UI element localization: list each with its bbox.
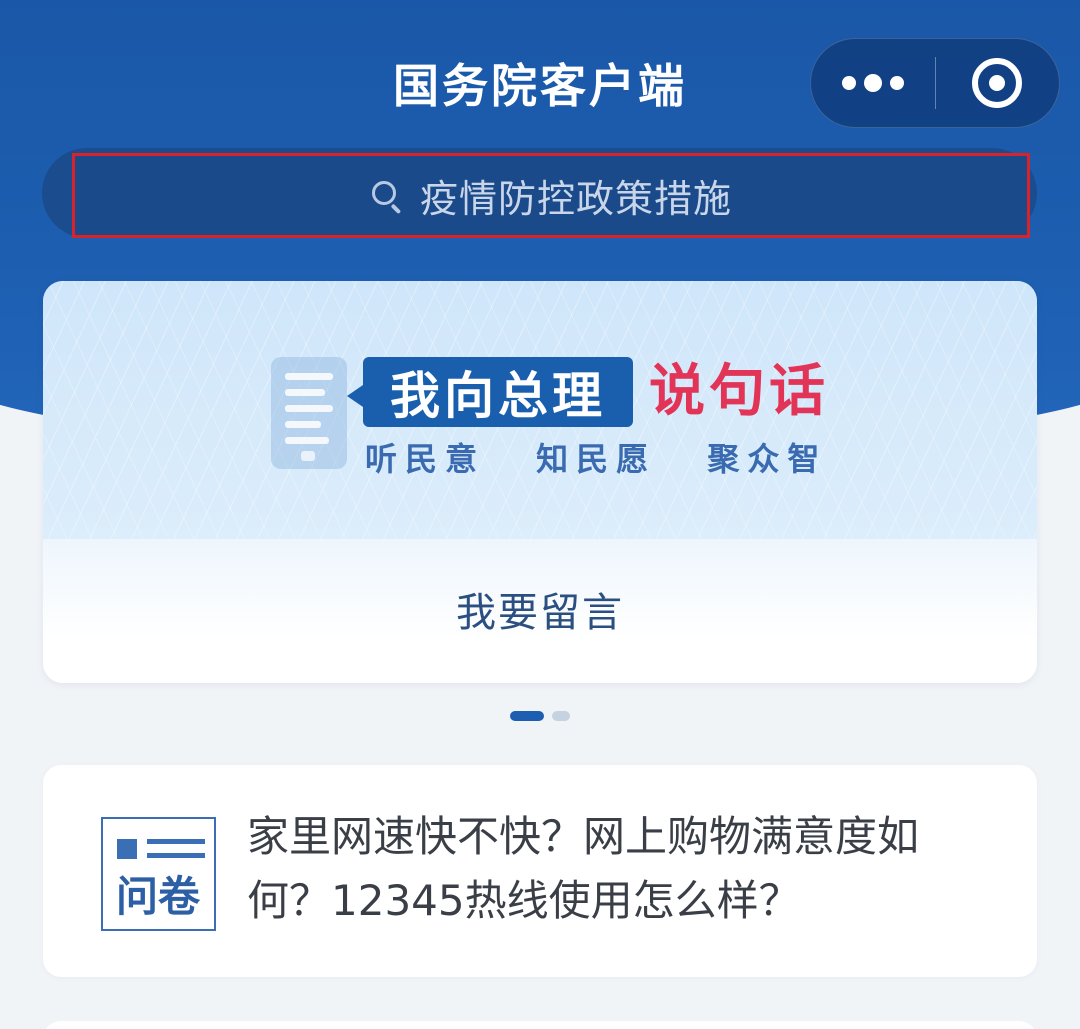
search-icon [370,179,404,214]
leave-message-button[interactable]: 我要留言 [43,581,1037,645]
search-placeholder: 疫情防控政策措施 [419,177,732,221]
next-card[interactable] [43,1021,1037,1029]
mini-program-page: 国务院客户端 疫情防控政策措施 我向总理 说句话 听民意 知民愿 聚众智 我要留… [0,0,1080,1029]
banner-card[interactable]: 我向总理 说句话 听民意 知民愿 聚众智 我要留言 [43,281,1037,683]
banner-red-title: 说句话 [649,359,829,424]
slogan-item: 聚众智 [707,440,828,478]
carousel-dot[interactable] [552,711,570,721]
banner-highlight-title: 我向总理 [363,357,633,427]
slogan-item: 听民意 [365,440,486,478]
speech-bubble-tail [347,385,363,407]
carousel-indicator [0,711,1080,723]
search-input[interactable]: 疫情防控政策措施 [72,153,1030,238]
questionnaire-icon-label: 问卷 [115,872,200,921]
survey-description: 家里网速快不快？网上购物满意度如何？12345热线使用怎么样？ [247,812,920,925]
banner-slogan: 听民意 知民愿 聚众智 [365,439,859,479]
capsule-menu [810,38,1060,128]
more-dots-icon[interactable] [811,38,935,128]
carousel-dot-active[interactable] [510,711,544,721]
slogan-item: 知民愿 [536,440,657,478]
phone-icon [271,357,347,469]
survey-card[interactable]: 问卷 家里网速快不快？网上购物满意度如何？12345热线使用怎么样？ [43,765,1037,977]
questionnaire-icon: 问卷 [101,817,216,931]
target-close-icon[interactable] [936,38,1059,128]
